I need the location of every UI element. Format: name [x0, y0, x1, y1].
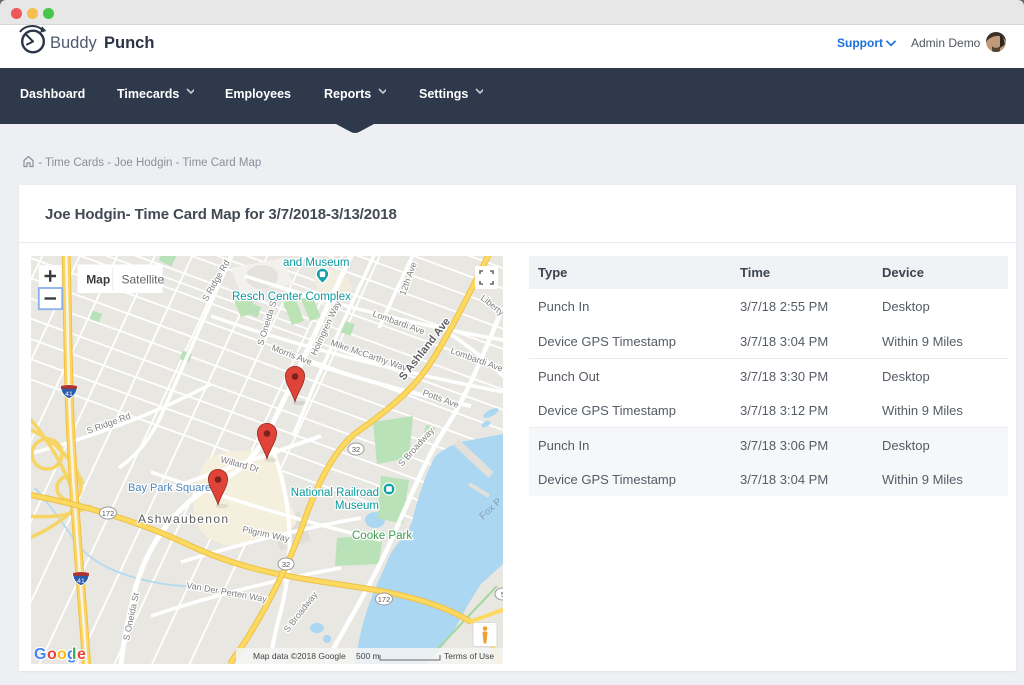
svg-text:Resch Center Complex: Resch Center Complex — [232, 291, 351, 303]
svg-text:500 m: 500 m — [356, 651, 380, 661]
svg-text:Map: Map — [86, 273, 110, 287]
svg-text:5: 5 — [501, 590, 503, 599]
svg-text:Museum: Museum — [335, 500, 379, 512]
svg-text:41: 41 — [65, 391, 73, 398]
svg-text:G: G — [34, 646, 46, 663]
svg-text:172: 172 — [102, 509, 115, 518]
svg-text:41: 41 — [77, 578, 85, 585]
svg-text:Satellite: Satellite — [122, 273, 165, 287]
svg-text:National Railroad: National Railroad — [291, 487, 379, 499]
svg-text:Cooke Park: Cooke Park — [352, 530, 412, 542]
svg-text:and Museum: and Museum — [283, 257, 349, 269]
svg-text:o: o — [57, 646, 67, 663]
svg-text:o: o — [47, 646, 57, 663]
svg-text:Map data ©2018 Google: Map data ©2018 Google — [253, 651, 346, 661]
svg-text:Terms of Use: Terms of Use — [444, 651, 494, 661]
svg-text:l: l — [72, 646, 76, 663]
svg-text:e: e — [77, 646, 86, 663]
svg-text:Bay Park Square: Bay Park Square — [128, 482, 211, 494]
svg-text:32: 32 — [282, 560, 290, 569]
svg-text:172: 172 — [378, 595, 391, 604]
svg-text:32: 32 — [352, 445, 360, 454]
svg-text:Ashwaubenon: Ashwaubenon — [138, 512, 229, 526]
